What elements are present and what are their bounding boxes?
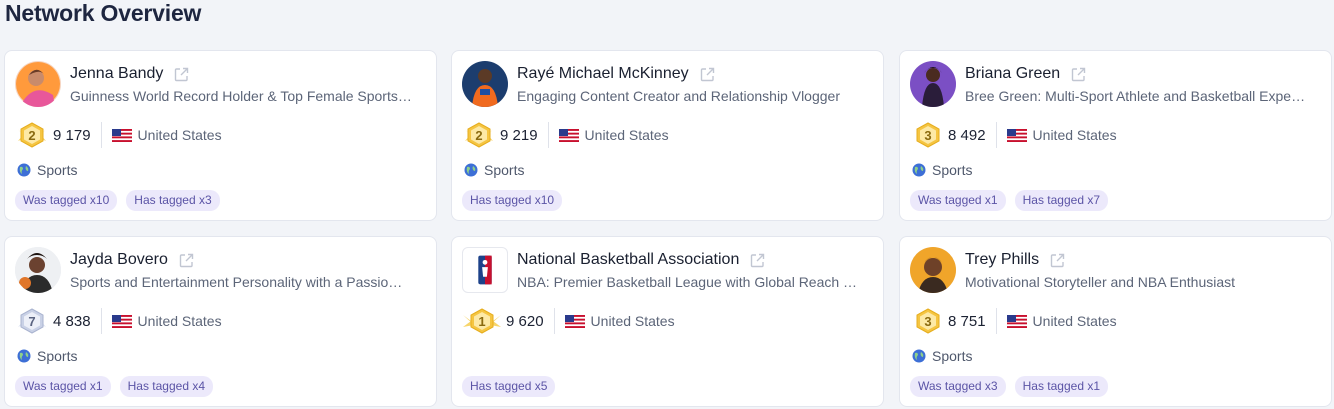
category-label: Sports xyxy=(932,162,973,178)
tag-chip: Has tagged x5 xyxy=(462,376,556,397)
profile-description: Guinness World Record Holder & Top Femal… xyxy=(70,88,412,104)
tag-chip: Has tagged x7 xyxy=(1014,190,1108,211)
external-link-icon[interactable] xyxy=(699,66,716,83)
profile-name[interactable]: Jayda Bovero xyxy=(70,251,168,269)
globe-icon xyxy=(912,349,926,363)
category-label: Sports xyxy=(37,162,78,178)
globe-icon xyxy=(912,163,926,177)
follower-count: 9 219 xyxy=(500,126,538,144)
country-label: United States xyxy=(1032,127,1117,143)
person-photo-icon xyxy=(910,61,956,107)
tag-chip: Was tagged x1 xyxy=(910,190,1006,211)
external-link-icon[interactable] xyxy=(173,66,190,83)
avatar[interactable] xyxy=(15,247,61,293)
us-flag-icon xyxy=(564,314,585,328)
rank-number: 1 xyxy=(478,313,486,329)
tag-chip: Has tagged x10 xyxy=(462,190,563,211)
category-label: Sports xyxy=(932,348,973,364)
rank-number: 7 xyxy=(28,313,36,329)
globe-icon xyxy=(17,349,31,363)
us-flag-icon xyxy=(558,128,579,142)
country-label: United States xyxy=(1032,313,1117,329)
profile-card[interactable]: National Basketball Association NBA: Pre… xyxy=(451,236,884,407)
profile-card[interactable]: Briana Green Bree Green: Multi-Sport Ath… xyxy=(899,50,1332,221)
us-flag-icon xyxy=(111,314,132,328)
follower-count: 4 838 xyxy=(53,312,91,330)
rank-number: 2 xyxy=(28,127,36,143)
divider xyxy=(553,308,555,334)
tag-chip: Was tagged x10 xyxy=(15,190,118,211)
external-link-icon[interactable] xyxy=(749,252,766,269)
avatar[interactable] xyxy=(15,61,61,107)
profile-name[interactable]: Briana Green xyxy=(965,65,1060,83)
nba-logo-icon xyxy=(478,255,492,285)
rank-number: 3 xyxy=(924,127,932,143)
external-link-icon[interactable] xyxy=(1049,252,1066,269)
tag-chip: Was tagged x1 xyxy=(15,376,111,397)
us-flag-icon xyxy=(1006,128,1027,142)
tag-chip: Has tagged x1 xyxy=(1014,376,1108,397)
profile-description: Sports and Entertainment Personality wit… xyxy=(70,274,403,290)
follower-count: 9 620 xyxy=(506,312,544,330)
profile-card[interactable]: Jenna Bandy Guinness World Record Holder… xyxy=(4,50,437,221)
profile-description: Bree Green: Multi-Sport Athlete and Bask… xyxy=(965,88,1306,104)
category-label: Sports xyxy=(484,162,525,178)
country-label: United States xyxy=(137,313,222,329)
tag-chip: Has tagged x3 xyxy=(126,190,220,211)
profile-name[interactable]: National Basketball Association xyxy=(517,251,739,269)
follower-count: 8 492 xyxy=(948,126,986,144)
divider xyxy=(995,308,997,334)
avatar[interactable] xyxy=(910,247,956,293)
follower-count: 9 179 xyxy=(53,126,91,144)
rank-number: 3 xyxy=(924,313,932,329)
tag-chip: Was tagged x3 xyxy=(910,376,1006,397)
avatar[interactable] xyxy=(910,61,956,107)
page-title: Network Overview xyxy=(5,0,202,26)
profile-name[interactable]: Jenna Bandy xyxy=(70,65,163,83)
avatar[interactable] xyxy=(462,247,508,293)
profile-description: NBA: Premier Basketball League with Glob… xyxy=(517,274,858,290)
profile-description: Engaging Content Creator and Relationshi… xyxy=(517,88,840,104)
profile-card[interactable]: Rayé Michael McKinney Engaging Content C… xyxy=(451,50,884,221)
divider xyxy=(100,308,102,334)
tag-chip: Has tagged x4 xyxy=(119,376,213,397)
person-photo-icon xyxy=(910,247,956,293)
divider xyxy=(100,122,102,148)
divider xyxy=(547,122,549,148)
country-label: United States xyxy=(137,127,222,143)
profile-card[interactable]: Trey Phills Motivational Storyteller and… xyxy=(899,236,1332,407)
person-photo-icon xyxy=(462,61,508,107)
rank-number: 2 xyxy=(475,127,483,143)
avatar[interactable] xyxy=(462,61,508,107)
external-link-icon[interactable] xyxy=(1070,66,1087,83)
profile-name[interactable]: Rayé Michael McKinney xyxy=(517,65,689,83)
category-label: Sports xyxy=(37,348,78,364)
globe-icon xyxy=(464,163,478,177)
follower-count: 8 751 xyxy=(948,312,986,330)
person-photo-icon xyxy=(15,61,61,107)
external-link-icon[interactable] xyxy=(178,252,195,269)
profile-card[interactable]: Jayda Bovero Sports and Entertainment Pe… xyxy=(4,236,437,407)
us-flag-icon xyxy=(111,128,132,142)
network-grid: Jenna Bandy Guinness World Record Holder… xyxy=(4,50,1334,409)
country-label: United States xyxy=(590,313,675,329)
profile-name[interactable]: Trey Phills xyxy=(965,251,1039,269)
country-label: United States xyxy=(584,127,669,143)
us-flag-icon xyxy=(1006,314,1027,328)
divider xyxy=(995,122,997,148)
globe-icon xyxy=(17,163,31,177)
profile-description: Motivational Storyteller and NBA Enthusi… xyxy=(965,274,1236,290)
person-photo-icon xyxy=(15,247,61,293)
